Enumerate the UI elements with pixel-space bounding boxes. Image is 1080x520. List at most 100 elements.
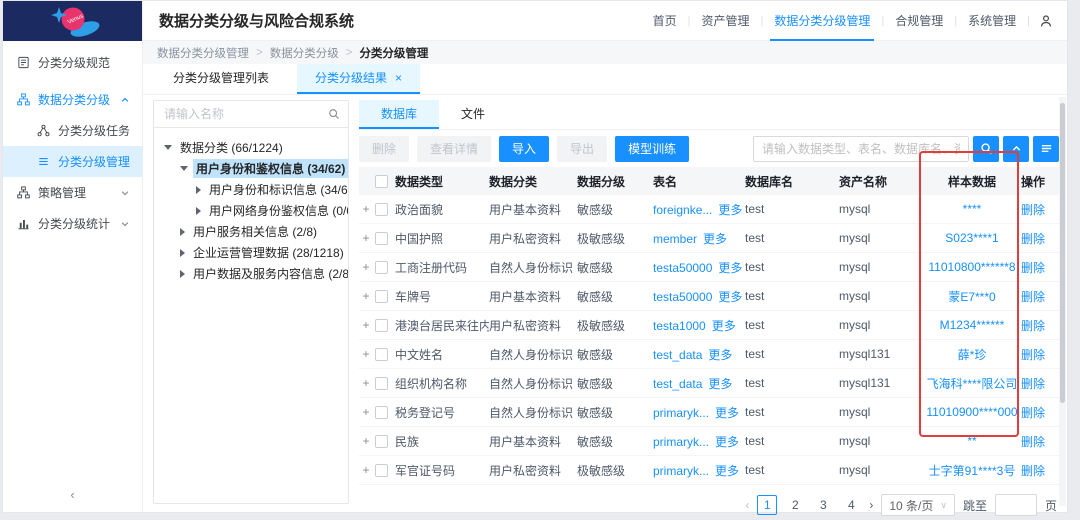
delete-row-link[interactable]: 删除: [1021, 261, 1045, 275]
nav-item-0[interactable]: 首页: [649, 1, 681, 41]
page-number-2[interactable]: 2: [785, 495, 805, 515]
table-name-link[interactable]: testa50000: [653, 290, 712, 304]
delete-row-link[interactable]: 删除: [1021, 348, 1045, 362]
expand-row-button[interactable]: +: [359, 405, 373, 419]
cell-sample-data[interactable]: 薛*珍: [923, 346, 1021, 363]
tree-caret-right-icon[interactable]: [180, 270, 185, 278]
sidebar-collapse-button[interactable]: ‹: [3, 487, 142, 502]
page-number-3[interactable]: 3: [813, 495, 833, 515]
row-checkbox[interactable]: [375, 232, 388, 245]
tree-caret-down-icon[interactable]: [180, 166, 188, 171]
more-link[interactable]: 更多: [708, 348, 732, 362]
collapse-filter-button[interactable]: [1003, 136, 1029, 162]
tree-caret-right-icon[interactable]: [180, 228, 185, 236]
column-settings-button[interactable]: [1033, 136, 1059, 162]
cell-sample-data[interactable]: S023****1: [923, 231, 1021, 245]
page-number-1[interactable]: 1: [757, 495, 777, 515]
cell-sample-data[interactable]: 蒙E7***0: [923, 288, 1021, 305]
row-checkbox[interactable]: [375, 319, 388, 332]
search-button[interactable]: [973, 136, 999, 162]
delete-row-link[interactable]: 删除: [1021, 290, 1045, 304]
row-checkbox[interactable]: [375, 203, 388, 216]
tree-search-input[interactable]: [162, 106, 328, 122]
tab-file[interactable]: 文件: [439, 100, 507, 129]
table-row[interactable]: +港澳台居民来往内地...用户私密资料极敏感级testa1000更多testmy…: [359, 311, 1059, 340]
tree-node[interactable]: 用户服务相关信息 (2/8): [158, 221, 344, 242]
table-name-link[interactable]: test_data: [653, 348, 702, 362]
expand-row-button[interactable]: +: [359, 231, 373, 245]
breadcrumb-item[interactable]: 数据分类分级管理: [157, 45, 249, 61]
select-all-checkbox[interactable]: [375, 175, 388, 188]
page-number-4[interactable]: 4: [841, 495, 861, 515]
row-checkbox[interactable]: [375, 290, 388, 303]
table-name-link[interactable]: testa1000: [653, 319, 706, 333]
tree-node[interactable]: 用户身份和标识信息 (34/62): [158, 179, 344, 200]
more-link[interactable]: 更多: [708, 377, 732, 391]
delete-row-link[interactable]: 删除: [1021, 464, 1045, 478]
delete-row-link[interactable]: 删除: [1021, 406, 1045, 420]
delete-row-link[interactable]: 删除: [1021, 435, 1045, 449]
sidebar-item[interactable]: 分类分级规范: [3, 47, 142, 78]
next-page-button[interactable]: ›: [869, 498, 873, 512]
expand-row-button[interactable]: +: [359, 463, 373, 477]
table-name-link[interactable]: testa50000: [653, 261, 712, 275]
table-row[interactable]: +车牌号用户基本资料敏感级testa50000更多testmysql蒙E7***…: [359, 282, 1059, 311]
expand-row-button[interactable]: +: [359, 434, 373, 448]
prev-page-button[interactable]: ‹: [745, 498, 749, 512]
table-row[interactable]: +军官证号码用户私密资料极敏感级primaryk...更多testmysql士字…: [359, 456, 1059, 485]
table-search-input[interactable]: [753, 136, 969, 162]
expand-row-button[interactable]: +: [359, 260, 373, 274]
table-row[interactable]: +组织机构名称自然人身份标识敏感级test_data更多testmysql131…: [359, 369, 1059, 398]
table-name-link[interactable]: member: [653, 232, 697, 246]
model-training-button[interactable]: 模型训练: [615, 136, 689, 162]
more-link[interactable]: 更多: [718, 203, 742, 217]
tree-node[interactable]: 用户网络身份鉴权信息 (0/0): [158, 200, 344, 221]
cell-sample-data[interactable]: 11010900****000: [923, 405, 1021, 419]
tree-node[interactable]: 数据分类 (66/1224): [158, 137, 344, 158]
table-row[interactable]: +中文姓名自然人身份标识敏感级test_data更多testmysql131薛*…: [359, 340, 1059, 369]
breadcrumb-item[interactable]: 数据分类分级: [270, 45, 339, 61]
cell-sample-data[interactable]: M1234******: [923, 318, 1021, 332]
row-checkbox[interactable]: [375, 464, 388, 477]
sidebar-item[interactable]: 数据分类分级: [3, 84, 142, 115]
cell-sample-data[interactable]: 11010800******8: [923, 260, 1021, 274]
row-checkbox[interactable]: [375, 377, 388, 390]
page-size-select[interactable]: 10 条/页∨: [881, 494, 955, 516]
table-name-link[interactable]: primaryk...: [653, 406, 709, 420]
tree-caret-right-icon[interactable]: [196, 207, 201, 215]
table-name-link[interactable]: primaryk...: [653, 435, 709, 449]
cell-sample-data[interactable]: 士字第91****3号: [923, 462, 1021, 479]
delete-row-link[interactable]: 删除: [1021, 203, 1045, 217]
jump-page-input[interactable]: [995, 494, 1037, 516]
delete-row-link[interactable]: 删除: [1021, 377, 1045, 391]
tree-node[interactable]: 用户身份和鉴权信息 (34/62): [158, 158, 344, 179]
table-row[interactable]: +民族用户基本资料敏感级primaryk...更多testmysql**删除: [359, 427, 1059, 456]
table-name-link[interactable]: primaryk...: [653, 464, 709, 478]
tree-node[interactable]: 企业运营管理数据 (28/1218): [158, 242, 344, 263]
tab-database[interactable]: 数据库: [359, 100, 439, 129]
nav-item-1[interactable]: 资产管理: [698, 1, 754, 41]
nav-item-2[interactable]: 数据分类分级管理: [770, 1, 874, 41]
delete-row-link[interactable]: 删除: [1021, 232, 1045, 246]
more-link[interactable]: 更多: [715, 406, 739, 420]
more-link[interactable]: 更多: [715, 464, 739, 478]
sidebar-item[interactable]: 分类分级任务: [3, 115, 142, 146]
delete-row-link[interactable]: 删除: [1021, 319, 1045, 333]
nav-item-4[interactable]: 系统管理: [964, 1, 1020, 41]
more-link[interactable]: 更多: [715, 435, 739, 449]
more-link[interactable]: 更多: [712, 319, 736, 333]
table-row[interactable]: +中国护照用户私密资料极敏感级member更多testmysqlS023****…: [359, 224, 1059, 253]
user-icon[interactable]: [1039, 14, 1053, 28]
expand-row-button[interactable]: +: [359, 376, 373, 390]
more-link[interactable]: 更多: [703, 232, 727, 246]
tree-caret-down-icon[interactable]: [164, 145, 172, 150]
tab-classification-result[interactable]: 分类分级结果×: [297, 64, 420, 94]
expand-row-button[interactable]: +: [359, 347, 373, 361]
row-checkbox[interactable]: [375, 406, 388, 419]
table-row[interactable]: +税务登记号自然人身份标识敏感级primaryk...更多testmysql11…: [359, 398, 1059, 427]
sidebar-item[interactable]: 策略管理: [3, 177, 142, 208]
search-icon[interactable]: [328, 108, 340, 120]
nav-item-3[interactable]: 合规管理: [891, 1, 947, 41]
scrollbar-thumb[interactable]: [1060, 103, 1065, 403]
row-checkbox[interactable]: [375, 435, 388, 448]
